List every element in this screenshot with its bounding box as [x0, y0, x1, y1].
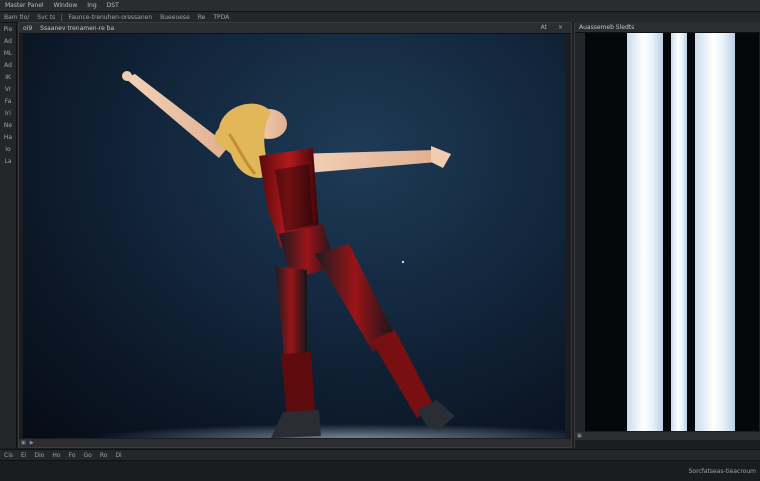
document-panel: oi9 Ssaanev trenamen-re ba At × ▣ ▶ [18, 22, 572, 448]
menu-item-ing[interactable]: Ing [82, 2, 101, 9]
play-icon[interactable]: ▶ [28, 440, 36, 446]
document-panel-control[interactable]: At [541, 24, 547, 31]
light-bar-2 [671, 33, 687, 431]
menu-item-window[interactable]: Window [49, 2, 83, 9]
preview-strip[interactable]: ▣ [575, 432, 760, 440]
option-5[interactable]: Re [194, 14, 210, 21]
option-separator [61, 13, 63, 21]
option-3[interactable]: Faunce-trenuhen-oressanen [64, 14, 156, 21]
light-bar-1 [627, 33, 663, 431]
tool-5[interactable]: IK [0, 71, 16, 83]
bottom-item-2[interactable]: Ei [17, 452, 30, 459]
status-text: Sorcfatseas-tieacroum [688, 468, 756, 475]
tool-2[interactable]: Ad [0, 35, 16, 47]
tool-6[interactable]: Vr [0, 83, 16, 95]
tool-7[interactable]: Fa [0, 95, 16, 107]
bottom-item-7[interactable]: Ro [96, 452, 112, 459]
option-6[interactable]: TPDA [209, 14, 233, 21]
image-canvas[interactable] [23, 34, 565, 438]
document-tab-bar: oi9 Ssaanev trenamen-re ba At × [19, 23, 571, 34]
tool-8[interactable]: Iri [0, 107, 16, 119]
status-bar: Sorcfatseas-tieacroum [0, 460, 760, 481]
preview-ruler [575, 33, 585, 437]
option-4[interactable]: Bueeuese [156, 14, 194, 21]
document-title: Ssaanev trenamen-re ba [40, 24, 115, 32]
menu-bar: Master Panel Window Ing DST [0, 0, 760, 12]
tool-12[interactable]: La [0, 155, 16, 167]
tool-10[interactable]: Ha [0, 131, 16, 143]
document-timeline-strip[interactable]: ▣ ▶ [19, 439, 571, 447]
bottom-item-3[interactable]: Dio [30, 452, 48, 459]
tools-panel: Pie Ad ML Ad IK Vr Fa Iri Ne Ha Io La [0, 23, 17, 448]
light-bar-3 [695, 33, 735, 431]
tool-1[interactable]: Pie [0, 23, 16, 35]
tool-11[interactable]: Io [0, 143, 16, 155]
menu-item-dst[interactable]: DST [102, 2, 124, 9]
preview-tab-bar: Auassemeb Sledts [575, 22, 760, 33]
tool-3[interactable]: ML [0, 47, 16, 59]
window-icon[interactable]: ▣ [19, 440, 28, 446]
preview-title[interactable]: Auassemeb Sledts [575, 24, 638, 31]
close-icon[interactable]: × [558, 24, 563, 31]
tool-4[interactable]: Ad [0, 59, 16, 71]
preview-image[interactable] [585, 33, 759, 431]
document-tab[interactable]: oi9 [19, 25, 36, 32]
bottom-toolbar: Cis Ei Dio Ho Fo Go Ro Di [0, 449, 760, 460]
bottom-item-4[interactable]: Ho [48, 452, 64, 459]
bottom-item-6[interactable]: Go [80, 452, 96, 459]
bottom-item-1[interactable]: Cis [0, 452, 17, 459]
bottom-item-8[interactable]: Di [111, 452, 125, 459]
option-2[interactable]: Svc ts [33, 14, 59, 21]
preview-panel: Auassemeb Sledts ▣ [574, 22, 760, 448]
bottom-item-5[interactable]: Fo [65, 452, 80, 459]
window-icon[interactable]: ▣ [575, 433, 584, 439]
option-1[interactable]: Bam tlo/ [0, 14, 33, 21]
dancer-figure [93, 71, 565, 438]
menu-item-master-panel[interactable]: Master Panel [0, 2, 49, 9]
tool-9[interactable]: Ne [0, 119, 16, 131]
